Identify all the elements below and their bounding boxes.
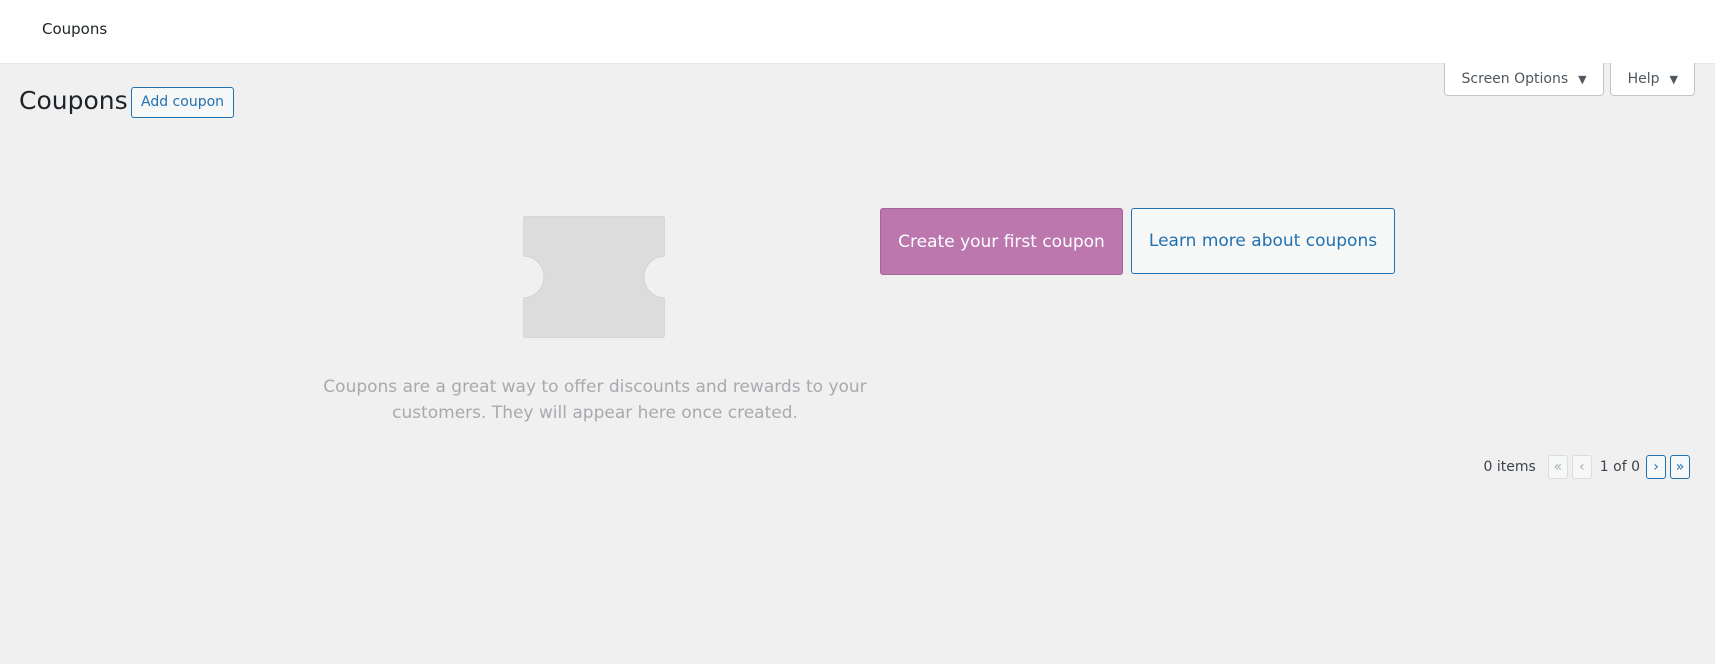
caret-down-icon: ▼	[1669, 72, 1678, 86]
empty-state-message: Coupons are a great way to offer discoun…	[310, 374, 880, 426]
first-page-button: «	[1547, 455, 1568, 479]
help-button[interactable]: Help ▼	[1609, 63, 1695, 96]
help-label: Help	[1627, 71, 1660, 87]
pagination: 0 items « ‹ 1 of 0 › »	[1484, 455, 1695, 479]
page-indicator: 1 of 0	[1599, 459, 1640, 475]
previous-page-button: ‹	[1571, 455, 1592, 479]
screen-options-label: Screen Options	[1461, 71, 1569, 87]
next-page-button[interactable]: ›	[1646, 455, 1666, 479]
last-page-button[interactable]: »	[1670, 455, 1690, 479]
top-header-bar: Coupons	[0, 0, 1715, 64]
empty-message-line2: customers. They will appear here once cr…	[392, 403, 798, 423]
coupon-ticket-icon	[523, 216, 665, 338]
empty-message-line1: Coupons are a great way to offer discoun…	[323, 377, 867, 397]
create-first-coupon-button[interactable]: Create your first coupon	[880, 208, 1123, 275]
screen-options-button[interactable]: Screen Options ▼	[1443, 63, 1604, 96]
add-coupon-button[interactable]: Add coupon	[131, 87, 235, 118]
caret-down-icon: ▼	[1578, 72, 1587, 86]
items-count: 0 items	[1483, 459, 1536, 475]
page-title: Coupons	[19, 86, 128, 115]
learn-more-coupons-button[interactable]: Learn more about coupons	[1131, 208, 1395, 274]
screen-meta-links: Screen Options ▼ Help ▼	[1443, 63, 1695, 96]
header-title: Coupons	[42, 20, 108, 38]
